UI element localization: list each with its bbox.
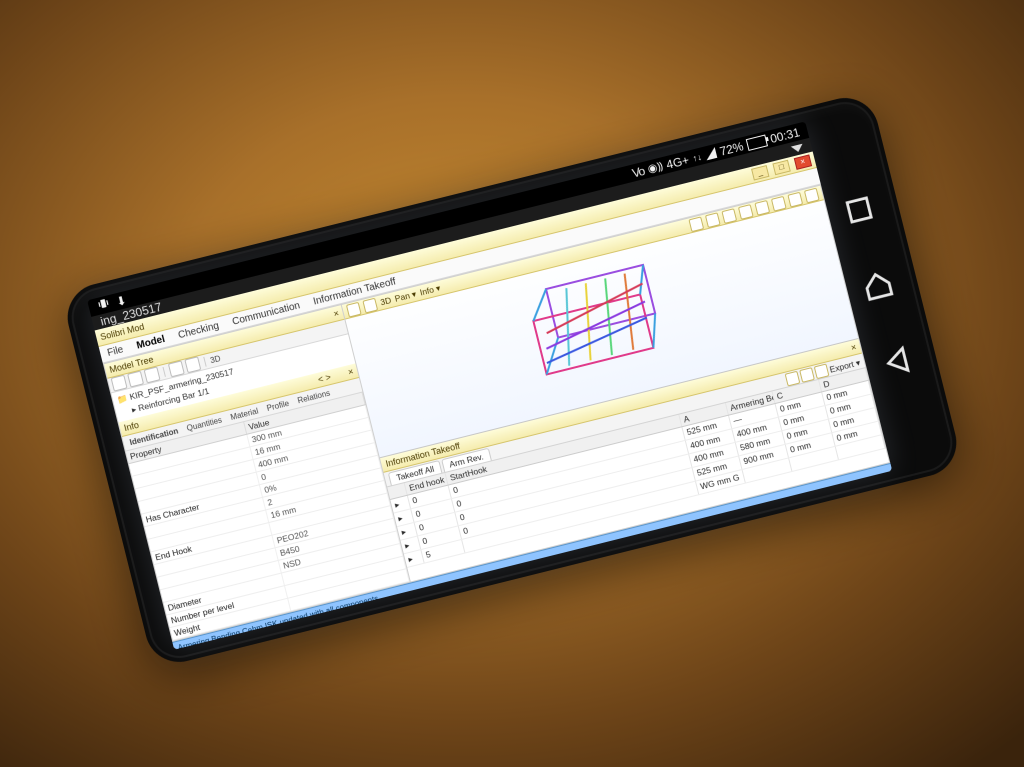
data-arrows-icon: ↑↓	[691, 151, 702, 163]
taskbar-item[interactable]	[225, 638, 252, 649]
phone-body: ⬇ Vo ◉⸩ 4G+ ↑↓ 72% 00:31 ing_23	[60, 91, 963, 669]
panel-close-icon[interactable]: ×	[850, 342, 858, 353]
signal-icon	[704, 147, 717, 160]
taskbar-item[interactable]	[199, 645, 226, 650]
taskbar-item[interactable]	[395, 596, 422, 617]
solibri-icon	[402, 601, 414, 613]
minimize-button[interactable]: _	[751, 165, 769, 181]
tool-icon[interactable]	[346, 301, 362, 317]
info-nav-arrows[interactable]: < >	[317, 372, 332, 385]
phone-screen: ⬇ Vo ◉⸩ 4G+ ↑↓ 72% 00:31 ing_23	[87, 121, 892, 649]
zoom-out-icon[interactable]	[705, 212, 721, 228]
tool-icon[interactable]	[771, 195, 787, 211]
close-button[interactable]: ×	[794, 154, 812, 170]
panel-close-icon[interactable]: ×	[332, 308, 340, 319]
app-icon	[455, 588, 467, 600]
panel-close-icon[interactable]: ×	[347, 366, 355, 377]
download-icon: ⬇	[115, 293, 128, 309]
viewport-info-label[interactable]: Info ▾	[419, 282, 442, 298]
tool-icon[interactable]	[754, 199, 770, 215]
tool-icon[interactable]	[787, 191, 803, 207]
android-back-button[interactable]	[876, 341, 917, 382]
viewport-pan-label[interactable]: Pan ▾	[394, 288, 418, 304]
dropdown-icon[interactable]	[791, 143, 804, 153]
android-home-button[interactable]	[857, 265, 898, 306]
app-icon	[429, 594, 441, 606]
tool-icon[interactable]	[738, 204, 754, 220]
threed-toggle[interactable]: 3D	[209, 354, 221, 365]
zoom-in-icon[interactable]	[688, 216, 704, 232]
maximize-button[interactable]: □	[772, 160, 790, 176]
viewport-3d-label[interactable]: 3D	[379, 295, 392, 307]
tool-icon[interactable]	[362, 297, 378, 313]
revit-icon	[259, 636, 271, 648]
tool-icon[interactable]	[804, 187, 820, 203]
chrome-icon	[233, 643, 245, 650]
orbit-icon[interactable]	[721, 208, 737, 224]
taskbar-item[interactable]	[421, 590, 448, 611]
volte-icon: Vo	[631, 164, 646, 180]
taskbar-item[interactable]	[447, 583, 474, 604]
tool-icon[interactable]	[333, 369, 345, 381]
system-tray[interactable]: ▲ ⚑ 🔊	[861, 481, 892, 499]
android-recents-button[interactable]	[839, 189, 880, 230]
info-panel-title: Info	[123, 420, 140, 433]
